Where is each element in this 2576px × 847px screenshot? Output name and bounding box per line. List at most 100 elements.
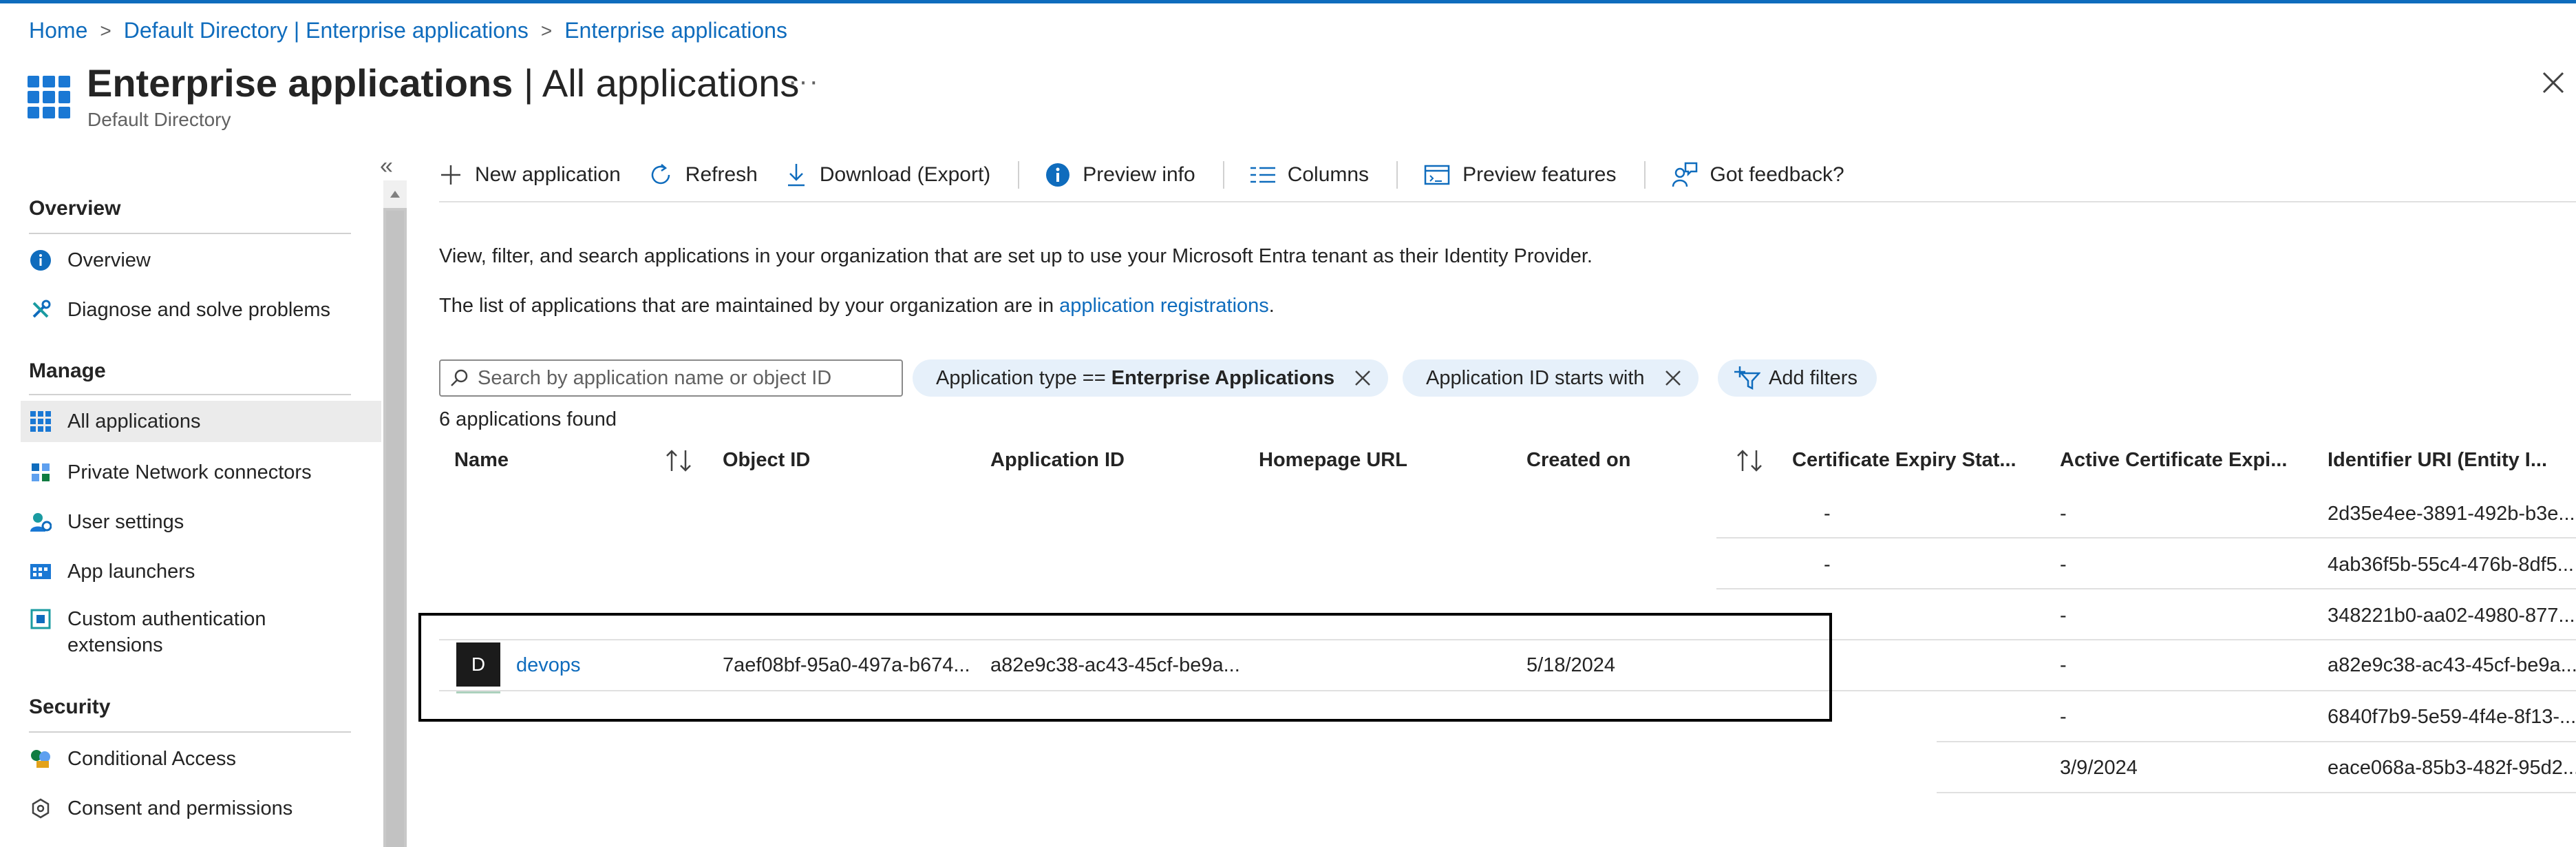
sort-icon[interactable] — [1736, 449, 1765, 476]
sidebar-divider — [29, 233, 351, 234]
application-id-filter-pill[interactable]: Application ID starts with — [1403, 359, 1699, 397]
sidebar-item-label: All applications — [67, 410, 201, 432]
sidebar-item-app-launchers[interactable]: App launchers — [21, 551, 381, 592]
add-filters-button[interactable]: Add filters — [1718, 359, 1877, 397]
info-icon — [29, 249, 52, 272]
table-cell-active-cert: - — [2060, 503, 2067, 525]
preview-info-label: Preview info — [1083, 163, 1195, 186]
toolbar-divider — [1643, 161, 1646, 189]
toolbar-divider-line — [439, 201, 2576, 202]
sidebar-heading-overview: Overview — [29, 197, 121, 220]
sidebar-item-all-applications[interactable]: All applications — [21, 401, 381, 442]
sidebar-item-overview[interactable]: Overview — [21, 240, 381, 281]
collapse-sidebar-icon[interactable]: « — [380, 153, 393, 180]
column-header-certificate-expiry-status[interactable]: Certificate Expiry Stat... — [1792, 449, 2016, 472]
description-registrations-text: The list of applications that are mainta… — [439, 295, 1275, 317]
sidebar-item-consent-and-permissions[interactable]: Consent and permissions — [21, 788, 381, 829]
search-box[interactable] — [439, 359, 903, 397]
table-row-divider — [1937, 792, 2576, 793]
table-row-divider — [1716, 588, 2576, 589]
extension-icon — [29, 607, 52, 631]
sidebar-item-label: Custom authentication extensions — [67, 608, 266, 656]
breadcrumb-home[interactable]: Home — [29, 18, 87, 43]
sidebar-scrollbar-thumb[interactable] — [386, 211, 404, 847]
info-icon — [1046, 163, 1070, 187]
column-header-created-on[interactable]: Created on — [1526, 449, 1630, 472]
table-cell-identifier[interactable]: a82e9c38-ac43-45cf-be9a... — [2328, 654, 2576, 677]
page-title-separator: | — [513, 61, 542, 105]
close-icon[interactable] — [1664, 369, 1682, 387]
page-title: Enterprise applications | All applicatio… — [87, 61, 799, 105]
search-icon — [451, 369, 468, 386]
column-header-active-certificate-expiry[interactable]: Active Certificate Expi... — [2060, 449, 2287, 472]
breadcrumb-default-directory[interactable]: Default Directory | Enterprise applicati… — [124, 18, 529, 43]
sidebar-item-conditional-access[interactable]: Conditional Access — [21, 738, 381, 780]
got-feedback-label: Got feedback? — [1710, 163, 1844, 186]
table-cell-identifier[interactable]: 348221b0-aa02-4980-877... — [2328, 605, 2576, 627]
table-cell-identifier[interactable]: eace068a-85b3-482f-95d2... — [2328, 757, 2576, 780]
table-cell-active-cert: - — [2060, 654, 2067, 676]
sidebar-item-private-network-connectors[interactable]: Private Network connectors — [21, 452, 381, 493]
new-application-button[interactable]: New application — [439, 163, 621, 187]
application-type-filter-pill[interactable]: Application type == Enterprise Applicati… — [913, 359, 1389, 397]
columns-button[interactable]: Columns — [1250, 163, 1369, 187]
table-cell-identifier[interactable]: 2d35e4ee-3891-492b-b3e... — [2328, 503, 2576, 525]
table-cell-active-cert: - — [2060, 554, 2067, 576]
conditional-access-icon — [29, 747, 52, 771]
column-header-object-id[interactable]: Object ID — [723, 449, 810, 472]
sidebar-item-custom-authentication-extensions[interactable]: Custom authentication extensions — [21, 600, 381, 662]
got-feedback-button[interactable]: Got feedback? — [1672, 162, 1844, 188]
download-export-button[interactable]: Download (Export) — [785, 163, 990, 187]
sidebar-item-label: Conditional Access — [67, 747, 237, 770]
preview-features-button[interactable]: Preview features — [1424, 163, 1617, 187]
search-input[interactable] — [478, 366, 891, 390]
table-cell-active-cert: - — [2060, 706, 2067, 728]
preview-features-icon — [1424, 165, 1450, 185]
description-text: View, filter, and search applications in… — [439, 245, 1593, 267]
add-filters-label: Add filters — [1769, 366, 1858, 389]
sidebar-divider — [29, 394, 351, 395]
table-cell-active-cert: - — [2060, 605, 2067, 627]
chevron-right-icon: > — [100, 19, 111, 41]
sort-icon[interactable] — [665, 449, 694, 476]
scroll-up-arrow-icon[interactable] — [383, 180, 407, 208]
table-cell-identifier[interactable]: 6840f7b9-5e59-4f4e-8f13-... — [2328, 706, 2576, 729]
sidebar-heading-security: Security — [29, 696, 111, 718]
sidebar-divider — [29, 731, 351, 733]
toolbar-divider — [1018, 161, 1020, 189]
table-row-divider — [1832, 639, 2576, 640]
columns-icon — [1250, 167, 1275, 183]
more-options-icon[interactable]: ··· — [788, 66, 820, 97]
table-row-divider — [1716, 537, 2576, 538]
column-header-homepage-url[interactable]: Homepage URL — [1259, 449, 1407, 472]
column-header-name[interactable]: Name — [454, 449, 509, 472]
new-application-label: New application — [475, 163, 621, 186]
sidebar-item-diagnose[interactable]: Diagnose and solve problems — [21, 289, 381, 331]
column-header-identifier-uri[interactable]: Identifier URI (Entity I... — [2328, 449, 2547, 472]
application-registrations-link[interactable]: application registrations — [1059, 295, 1269, 317]
all-applications-grid-icon — [28, 76, 70, 118]
filter-pill-prefix: Application type == — [936, 366, 1111, 389]
column-header-application-id[interactable]: Application ID — [990, 449, 1125, 472]
preview-info-button[interactable]: Preview info — [1045, 163, 1195, 187]
sidebar-item-user-settings[interactable]: User settings — [21, 501, 381, 543]
filter-pill-value: Enterprise Applications — [1111, 366, 1335, 389]
table-cell-identifier[interactable]: 4ab36f5b-55c4-476b-8df5... — [2328, 554, 2576, 576]
breadcrumb-enterprise-applications[interactable]: Enterprise applications — [564, 18, 787, 43]
page-title-main: Enterprise applications — [87, 61, 513, 105]
refresh-label: Refresh — [685, 163, 758, 186]
user-settings-icon — [29, 510, 52, 534]
sidebar-item-label: User settings — [67, 510, 184, 533]
toolbar-divider — [1396, 161, 1398, 189]
table-cell-cert-status: - — [1824, 554, 1831, 576]
close-icon[interactable] — [1354, 369, 1372, 387]
close-icon[interactable] — [2540, 69, 2567, 96]
table-cell-active-cert: 3/9/2024 — [2060, 757, 2138, 779]
table-cell-cert-status: - — [1824, 503, 1831, 525]
refresh-button[interactable]: Refresh — [648, 163, 758, 187]
sidebar-heading-manage: Manage — [29, 359, 106, 382]
sidebar-item-label: Private Network connectors — [67, 461, 312, 483]
add-filter-icon — [1734, 366, 1760, 390]
results-count: 6 applications found — [439, 408, 617, 430]
command-bar: New application Refresh Download (Export… — [439, 156, 1872, 194]
